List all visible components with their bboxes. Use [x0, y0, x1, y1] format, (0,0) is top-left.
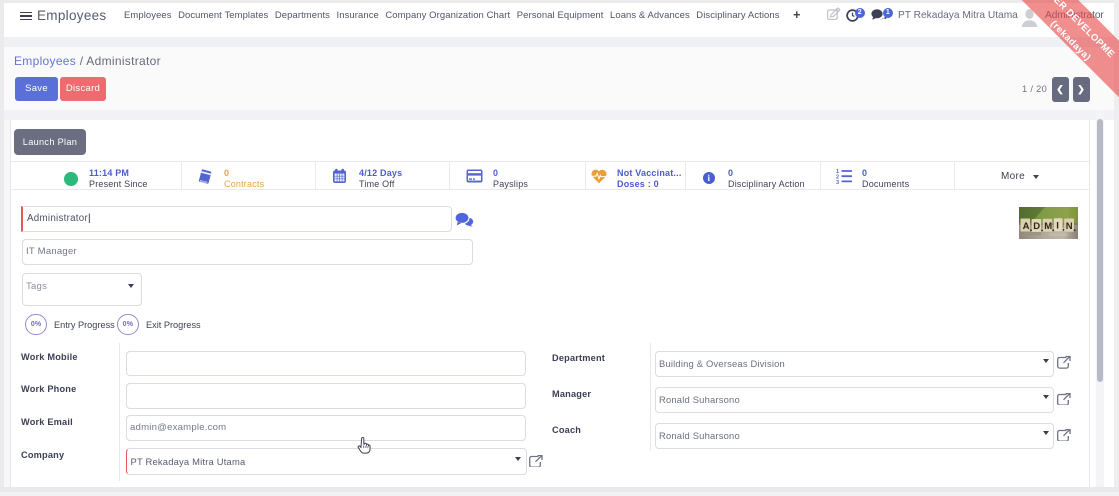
svg-text:I: I	[1056, 221, 1059, 232]
svg-text:M: M	[1044, 221, 1052, 232]
svg-text:3: 3	[836, 180, 839, 184]
svg-text:N: N	[1066, 221, 1073, 232]
svg-text:A: A	[1023, 221, 1030, 232]
svg-text:D: D	[1033, 221, 1040, 232]
